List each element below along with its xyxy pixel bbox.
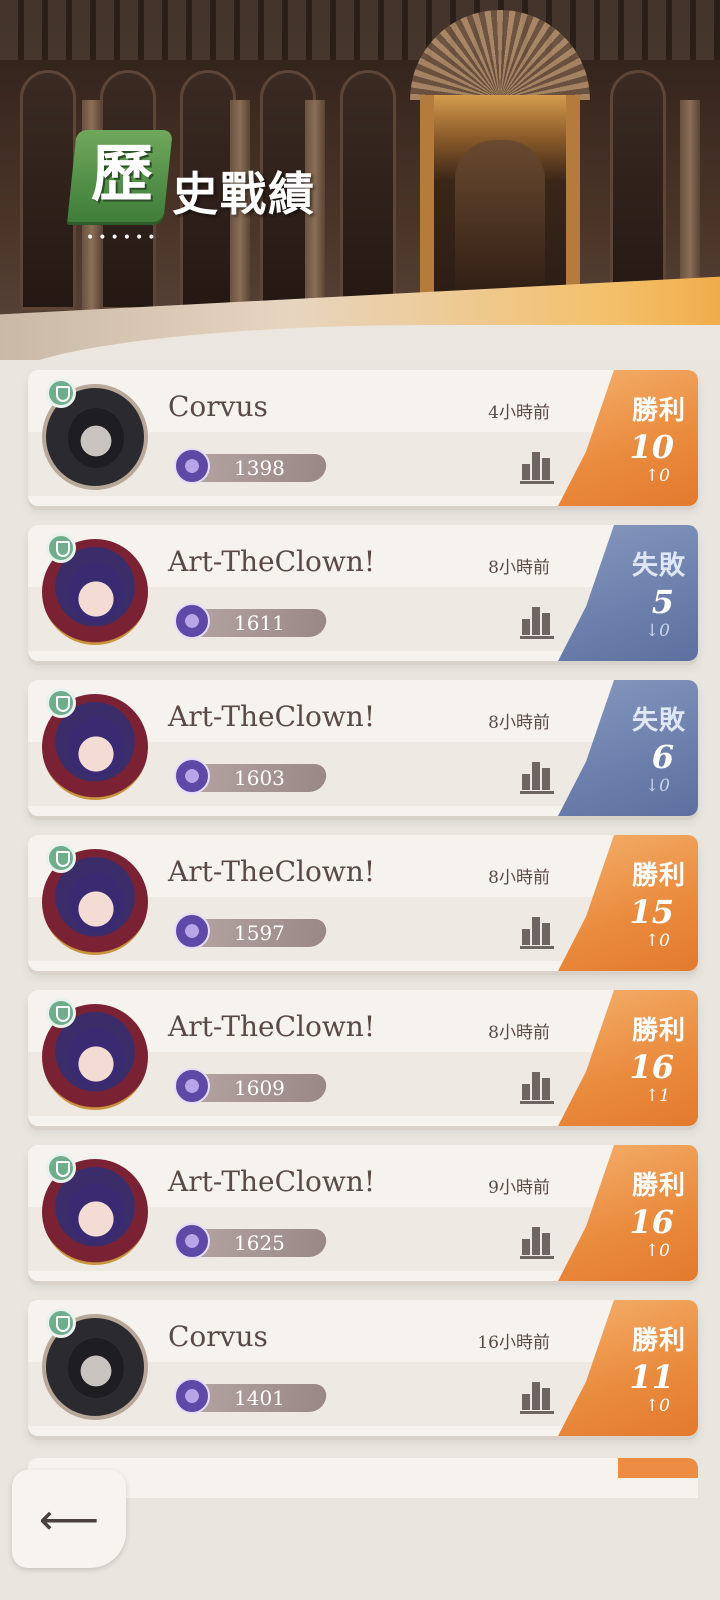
rating-value: 1625: [234, 1231, 285, 1255]
rating-value: 1611: [234, 611, 285, 635]
shield-icon: [46, 378, 76, 408]
match-time: 4小時前: [488, 403, 550, 423]
result-value: 5: [651, 583, 674, 621]
avatar-portrait: [68, 1338, 124, 1398]
result-label: 勝利: [631, 1326, 686, 1356]
rating-value: 1398: [234, 456, 285, 480]
shield-icon: [46, 1153, 76, 1183]
bar-chart-icon[interactable]: [520, 1223, 560, 1259]
result-value: 6: [651, 738, 674, 776]
arrow-left-icon: ⟵: [38, 1494, 100, 1544]
result-value: 10: [629, 428, 674, 466]
result-label: 失敗: [631, 551, 686, 581]
bar-chart-icon[interactable]: [520, 758, 560, 794]
result-label: 勝利: [631, 1171, 686, 1201]
trophy-icon: [174, 1378, 210, 1414]
trophy-icon: [174, 448, 210, 484]
opponent-name: Art-TheClown!: [168, 545, 376, 578]
match-card[interactable]: Art-TheClown! 8小時前 1597 勝利 15 ↑0: [28, 835, 698, 971]
page-title: 史戰績: [172, 167, 316, 221]
bar-chart-icon[interactable]: [520, 603, 560, 639]
doorway-inner-decor: [455, 140, 545, 310]
result-value: 16: [629, 1048, 674, 1086]
avatar-portrait: [68, 718, 124, 778]
avatar-portrait: [68, 1183, 124, 1243]
arch-decor: [610, 70, 666, 310]
result-delta: ↑0: [644, 931, 670, 951]
title-badge-char: 歷: [90, 137, 153, 210]
bar-chart-icon[interactable]: [520, 1378, 560, 1414]
result-delta: ↑0: [644, 466, 670, 486]
trophy-icon: [174, 1068, 210, 1104]
result-delta: ↓0: [644, 621, 670, 641]
result-label: 失敗: [631, 706, 686, 736]
match-time: 16小時前: [477, 1333, 550, 1353]
rating-value: 1603: [234, 766, 285, 790]
opponent-name: Corvus: [168, 1320, 268, 1353]
match-card[interactable]: Art-TheClown! 9小時前 1625 勝利 16 ↑0: [28, 1145, 698, 1281]
result-label: 勝利: [631, 861, 686, 891]
bar-chart-icon[interactable]: [520, 913, 560, 949]
avatar-portrait: [68, 408, 124, 468]
partial-match-card: [28, 1458, 698, 1498]
trophy-icon: [174, 758, 210, 794]
opponent-name: Art-TheClown!: [168, 700, 376, 733]
match-time: 8小時前: [488, 868, 550, 888]
result-delta: ↓0: [644, 776, 670, 796]
title-dots: ••••••: [86, 230, 160, 246]
trophy-icon: [174, 1223, 210, 1259]
avatar-portrait: [68, 563, 124, 623]
match-card[interactable]: Corvus 16小時前 1401 勝利 11 ↑0: [28, 1300, 698, 1436]
shield-icon: [46, 688, 76, 718]
result-label: 勝利: [631, 1016, 686, 1046]
partial-result-tab: [618, 1458, 698, 1478]
match-time: 8小時前: [488, 1023, 550, 1043]
match-time: 8小時前: [488, 713, 550, 733]
opponent-name: Corvus: [168, 390, 268, 423]
opponent-name: Art-TheClown!: [168, 1010, 376, 1043]
result-value: 16: [629, 1203, 674, 1241]
shield-icon: [46, 843, 76, 873]
match-time: 8小時前: [488, 558, 550, 578]
result-delta: ↑0: [644, 1396, 670, 1416]
rating-value: 1597: [234, 921, 285, 945]
shield-icon: [46, 998, 76, 1028]
shield-icon: [46, 533, 76, 563]
arch-decor: [20, 70, 76, 310]
shield-icon: [46, 1308, 76, 1338]
bar-chart-icon[interactable]: [520, 448, 560, 484]
trophy-icon: [174, 603, 210, 639]
balcony-decor: [0, 0, 720, 60]
avatar-portrait: [68, 873, 124, 933]
arch-decor: [340, 70, 396, 310]
match-time: 9小時前: [488, 1178, 550, 1198]
result-delta: ↑0: [644, 1241, 670, 1261]
avatar-portrait: [68, 1028, 124, 1088]
bar-chart-icon[interactable]: [520, 1068, 560, 1104]
trophy-icon: [174, 913, 210, 949]
result-value: 11: [629, 1358, 674, 1396]
opponent-name: Art-TheClown!: [168, 855, 376, 888]
rating-value: 1609: [234, 1076, 285, 1100]
result-label: 勝利: [631, 396, 686, 426]
match-card[interactable]: Corvus 4小時前 1398 勝利 10 ↑0: [28, 370, 698, 506]
result-value: 15: [629, 893, 674, 931]
match-card[interactable]: Art-TheClown! 8小時前 1609 勝利 16 ↑1: [28, 990, 698, 1126]
match-card[interactable]: Art-TheClown! 8小時前 1611 失敗 5 ↓0: [28, 525, 698, 661]
match-card[interactable]: Art-TheClown! 8小時前 1603 失敗 6 ↓0: [28, 680, 698, 816]
rating-value: 1401: [234, 1386, 285, 1410]
result-delta: ↑1: [644, 1086, 670, 1106]
back-button[interactable]: ⟵: [12, 1470, 126, 1568]
opponent-name: Art-TheClown!: [168, 1165, 376, 1198]
